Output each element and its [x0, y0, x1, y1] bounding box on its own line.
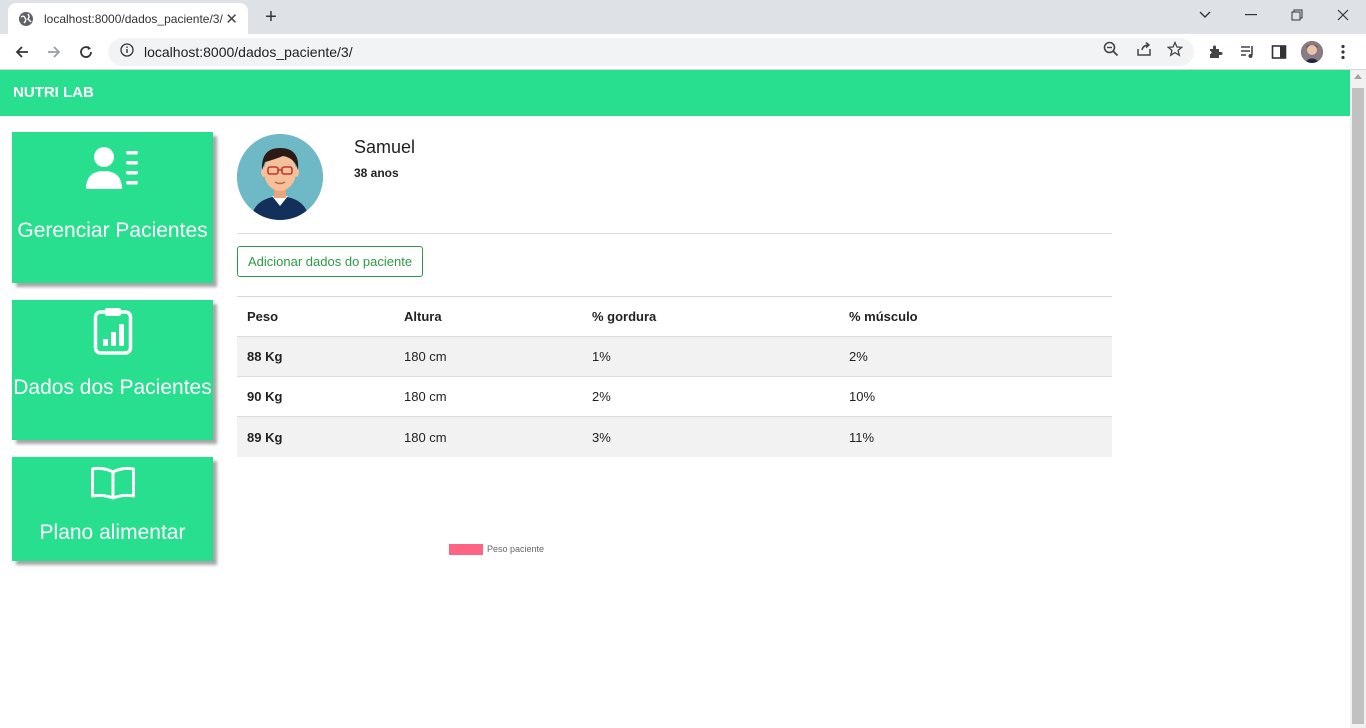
- table-cell: 180 cm: [404, 349, 447, 364]
- column-header: Peso: [247, 309, 279, 324]
- sidebar-item-dados-pacientes[interactable]: Dados dos Pacientes: [12, 300, 213, 440]
- menu-dots-icon[interactable]: [1334, 43, 1352, 61]
- tab-search-chevron-icon[interactable]: [1182, 0, 1228, 30]
- globe-icon: [18, 11, 34, 27]
- table-header-row: Peso Altura % gordura % músculo: [237, 297, 1112, 337]
- browser-tab[interactable]: localhost:8000/dados_paciente/3/ ✕: [8, 3, 248, 34]
- new-tab-button[interactable]: +: [258, 4, 284, 30]
- patient-name: Samuel: [354, 137, 416, 157]
- close-window-icon[interactable]: [1320, 0, 1366, 30]
- media-queue-icon[interactable]: [1239, 43, 1257, 61]
- browser-toolbar: localhost:8000/dados_paciente/3/: [0, 34, 1366, 70]
- table-cell: 2%: [849, 349, 868, 364]
- zoom-icon[interactable]: [1102, 40, 1120, 58]
- users-list-icon: [12, 145, 213, 191]
- back-arrow-icon[interactable]: [10, 40, 34, 64]
- brand-logo-text[interactable]: NUTRI LAB: [13, 84, 94, 101]
- legend-label: Peso paciente: [487, 544, 544, 554]
- open-book-icon: [12, 466, 213, 500]
- table-cell: 3%: [592, 429, 611, 445]
- top-navbar: NUTRI LAB: [0, 70, 1350, 116]
- sidebar-item-label: Plano alimentar: [39, 521, 186, 544]
- column-header: Altura: [404, 309, 442, 324]
- table-cell: 10%: [849, 389, 876, 404]
- sidebar-item-label: Dados dos Pacientes: [13, 376, 212, 399]
- info-icon[interactable]: [120, 42, 134, 62]
- url-text: localhost:8000/dados_paciente/3/: [144, 44, 353, 60]
- address-bar[interactable]: localhost:8000/dados_paciente/3/: [108, 38, 1194, 66]
- forward-arrow-icon[interactable]: [42, 40, 66, 64]
- sidebar-item-label: Gerenciar Pacientes: [17, 219, 208, 242]
- browser-tab-strip: localhost:8000/dados_paciente/3/ ✕ +: [0, 0, 1366, 34]
- weight-line-chart: 90,089,889,689,489,289,088,888,688,488,2…: [449, 544, 544, 555]
- table-row: 90 Kg 180 cm 2% 10%: [237, 377, 1112, 417]
- tab-close-icon[interactable]: ✕: [225, 10, 238, 28]
- bookmark-star-icon[interactable]: [1166, 40, 1184, 58]
- table-row: 89 Kg 180 cm 3% 11%: [237, 417, 1112, 457]
- profile-avatar[interactable]: [1301, 41, 1323, 63]
- reload-icon[interactable]: [74, 40, 98, 64]
- table-cell: 2%: [592, 389, 611, 404]
- column-header: % músculo: [849, 309, 918, 324]
- clipboard-chart-icon: [12, 307, 213, 355]
- table-cell: 89 Kg: [247, 429, 283, 445]
- sidebar-item-gerenciar-pacientes[interactable]: Gerenciar Pacientes: [12, 132, 213, 283]
- legend-swatch: [449, 544, 483, 555]
- patient-avatar: [237, 134, 323, 220]
- page-content: NUTRI LAB Gerenciar Pacientes Dados dos …: [0, 70, 1350, 728]
- add-patient-data-button[interactable]: Adicionar dados do paciente: [237, 246, 424, 277]
- table-cell: 1%: [592, 349, 611, 364]
- sidebar-item-plano-alimentar[interactable]: Plano alimentar: [12, 457, 213, 561]
- patient-age: 38 anos: [354, 166, 399, 180]
- column-header: % gordura: [592, 309, 657, 324]
- table-cell: 90 Kg: [247, 389, 283, 404]
- table-cell: 11%: [849, 429, 875, 445]
- extensions-puzzle-icon[interactable]: [1207, 43, 1225, 61]
- page-scrollbar[interactable]: [1350, 70, 1366, 728]
- table-cell: 180 cm: [404, 389, 447, 404]
- side-panel-icon[interactable]: [1270, 43, 1288, 61]
- tab-title: localhost:8000/dados_paciente/3/: [44, 11, 223, 26]
- scroll-thumb[interactable]: [1352, 88, 1364, 724]
- patient-data-table: Peso Altura % gordura % músculo 88 Kg 18…: [237, 296, 1112, 457]
- table-cell: 88 Kg: [247, 349, 283, 364]
- share-icon[interactable]: [1135, 40, 1153, 58]
- restore-icon[interactable]: [1274, 0, 1320, 30]
- section-divider: [237, 233, 1112, 234]
- table-cell: 180 cm: [404, 429, 447, 445]
- minimize-icon[interactable]: [1228, 0, 1274, 30]
- scroll-up-arrow-icon[interactable]: [1354, 74, 1362, 79]
- table-row: 88 Kg 180 cm 1% 2%: [237, 337, 1112, 377]
